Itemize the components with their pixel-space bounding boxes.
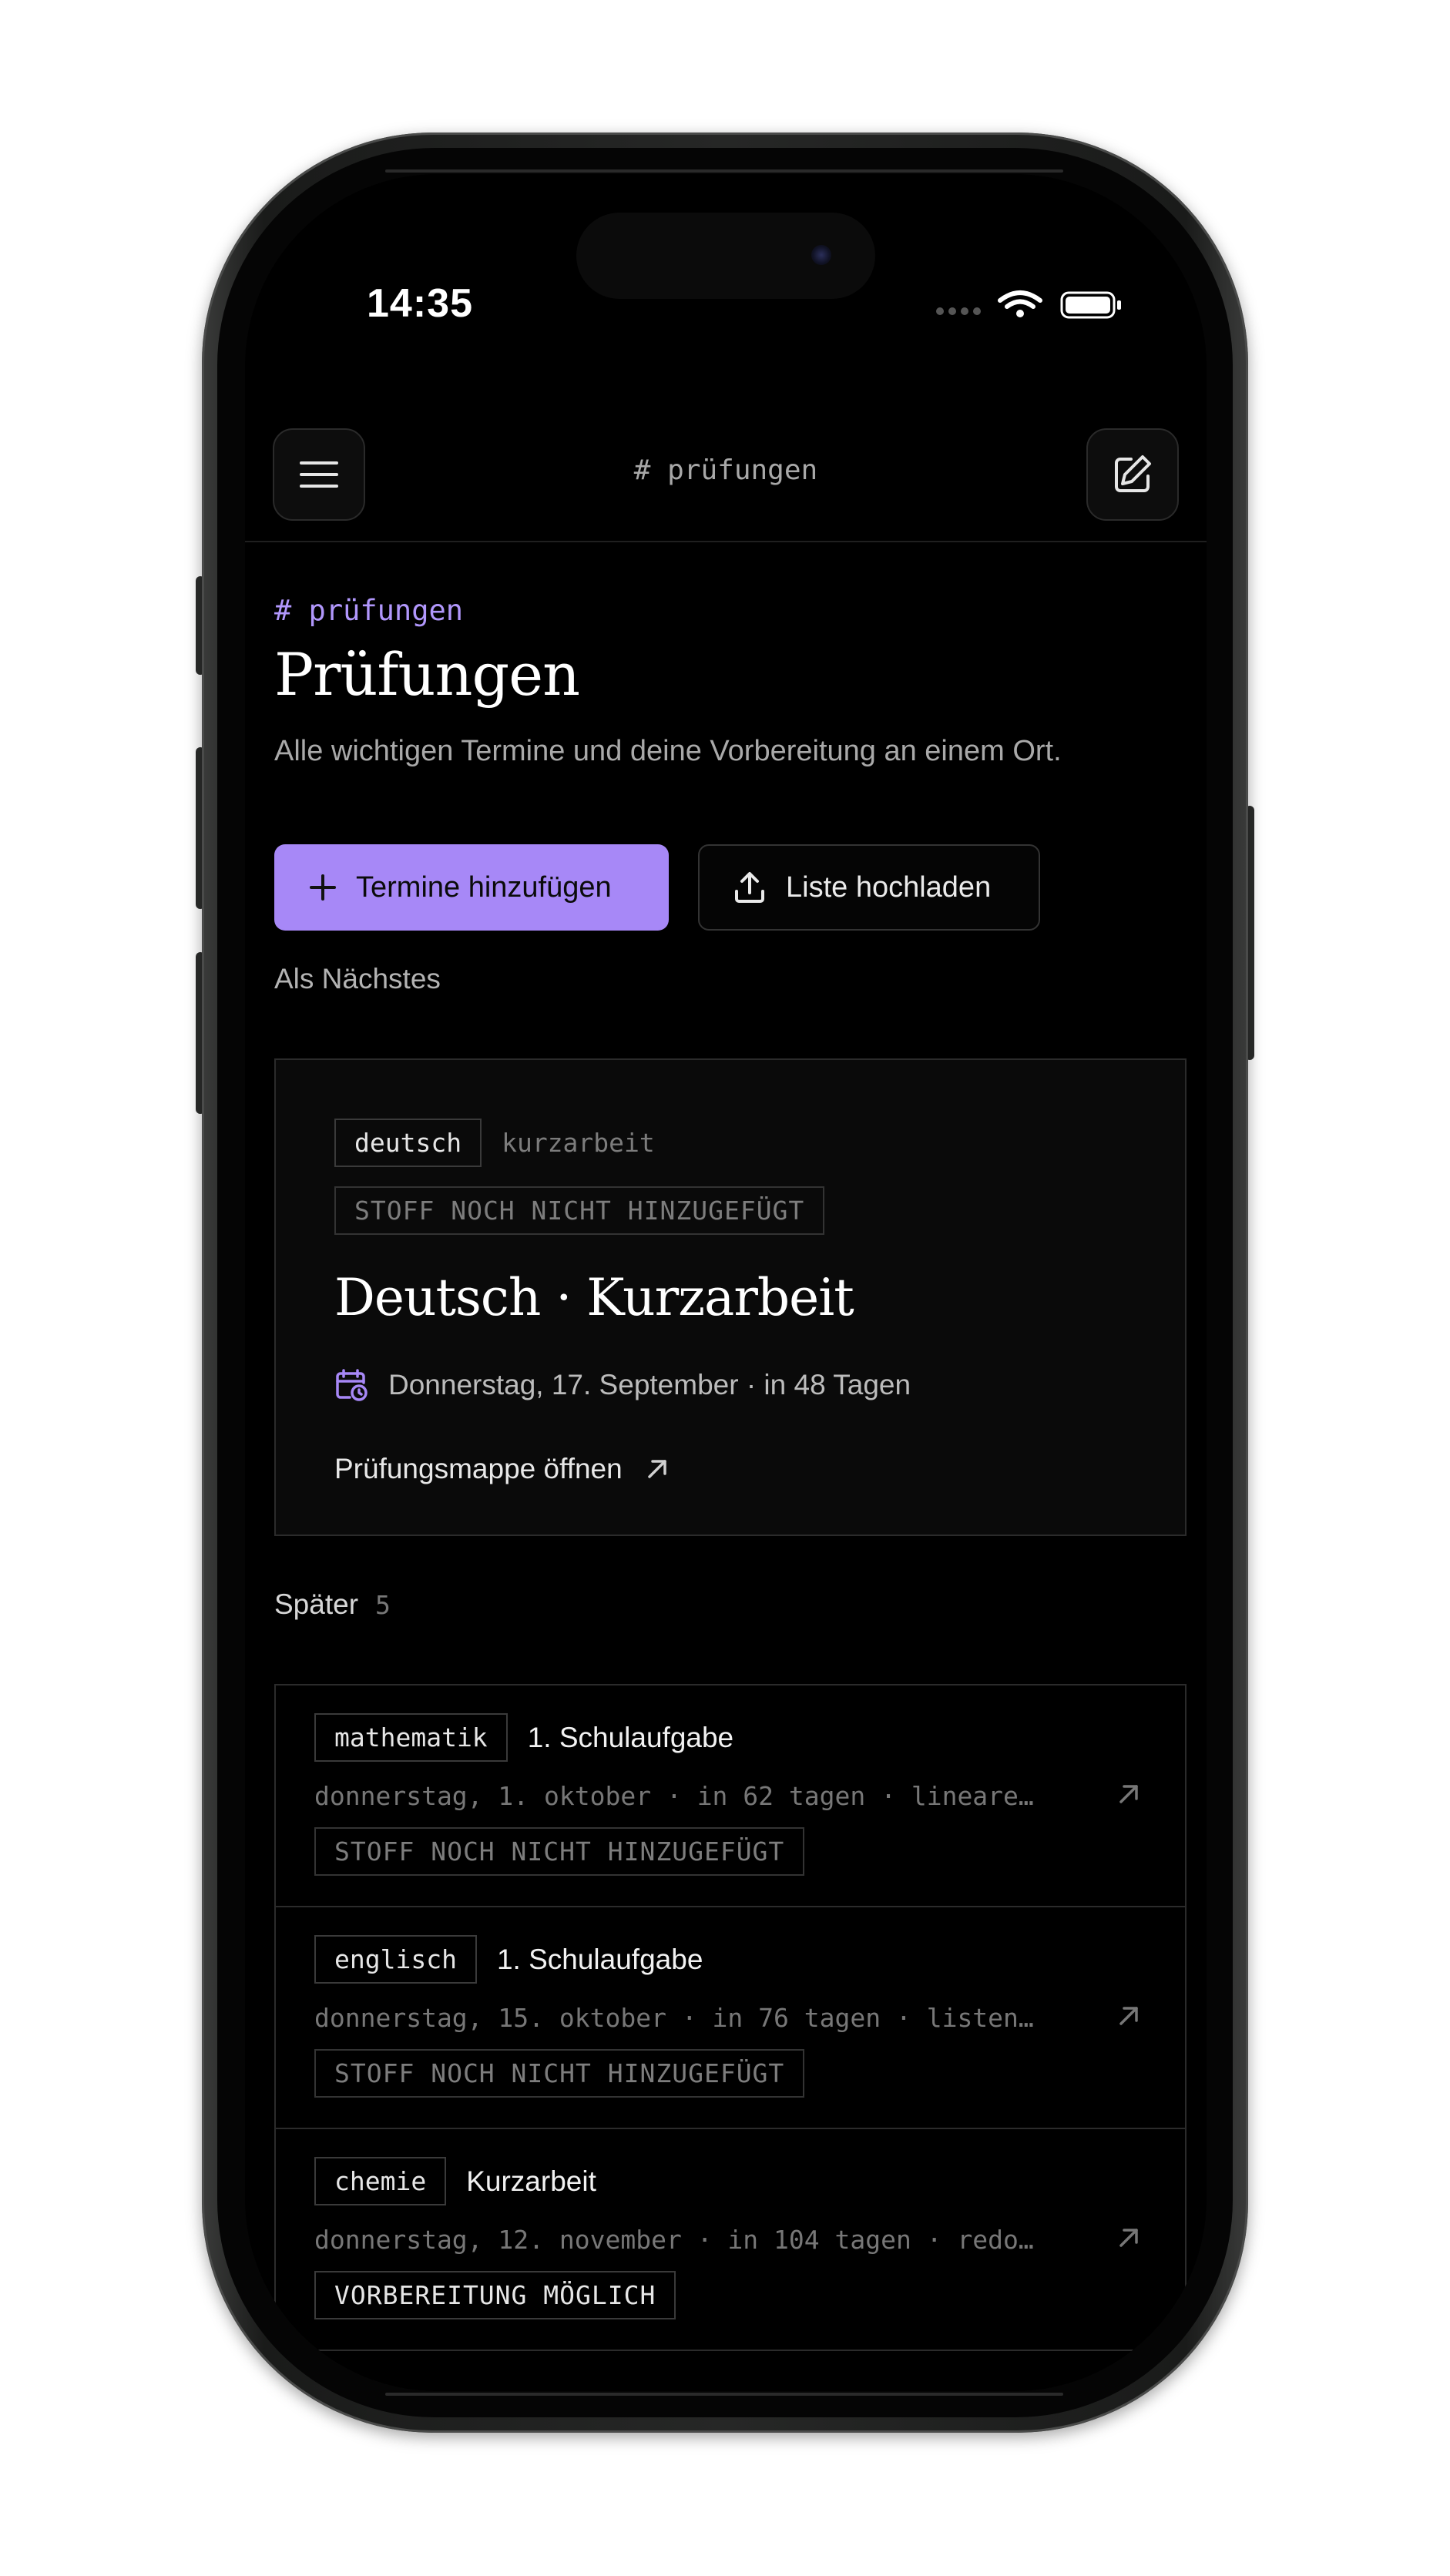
later-label: Später xyxy=(274,1588,359,1620)
status-badge: STOFF NOCH NICHT HINZUGEFÜGT xyxy=(334,1186,825,1235)
list-item[interactable]: mathematik 1. Schulaufgabe donnerstag, 1… xyxy=(276,1685,1185,1907)
wifi-icon xyxy=(998,290,1042,309)
exam-meta: donnerstag, 12. november · in 104 tagen … xyxy=(314,2225,1034,2255)
later-exam-list: mathematik 1. Schulaufgabe donnerstag, 1… xyxy=(274,1684,1187,2351)
camera xyxy=(811,245,831,265)
section-tag: # prüfungen xyxy=(274,594,464,627)
next-exam-card[interactable]: deutsch kurzarbeit STOFF NOCH NICHT HINZ… xyxy=(274,1058,1187,1536)
upload-icon xyxy=(735,872,764,903)
later-count: 5 xyxy=(375,1590,391,1620)
navigation-bar: # prüfungen xyxy=(245,404,1207,542)
calendar-clock-icon xyxy=(336,1369,368,1401)
arrow-up-right-icon xyxy=(1119,2229,1138,2247)
exam-meta: donnerstag, 15. oktober · in 76 tagen · … xyxy=(314,2003,1034,2033)
open-folder-label: Prüfungsmappe öffnen xyxy=(334,1453,623,1484)
nav-title: # prüfungen xyxy=(633,454,818,486)
exam-title: Deutsch · Kurzarbeit xyxy=(334,1268,854,1327)
status-time: 14:35 xyxy=(367,281,473,326)
exam-type: kurzarbeit xyxy=(502,1128,655,1158)
exam-title: Kurzarbeit xyxy=(466,2165,596,2197)
upload-list-label: Liste hochladen xyxy=(786,870,992,904)
page-title: Prüfungen xyxy=(274,640,580,709)
open-folder-link[interactable]: Prüfungsmappe öffnen xyxy=(334,1453,669,1485)
next-section-label: Als Nächstes xyxy=(274,963,441,995)
add-dates-button[interactable]: Termine hinzufügen xyxy=(274,844,669,931)
exam-date: Donnerstag, 17. September · in 48 Tagen xyxy=(388,1369,911,1400)
exam-meta: donnerstag, 1. oktober · in 62 tagen · l… xyxy=(314,1781,1034,1811)
list-item[interactable]: englisch 1. Schulaufgabe donnerstag, 15.… xyxy=(276,1907,1185,2129)
subject-chip: deutsch xyxy=(334,1119,482,1167)
status-icons xyxy=(935,290,1166,320)
compose-icon xyxy=(1115,455,1151,492)
subject-chip: englisch xyxy=(314,1935,477,1984)
list-item[interactable]: chemie Kurzarbeit donnerstag, 12. novemb… xyxy=(276,2129,1185,2351)
screen-edge xyxy=(385,169,1063,173)
page-description: Alle wichtigen Termine und deine Vorbere… xyxy=(274,735,1062,767)
exam-date-row: Donnerstag, 17. September · in 48 Tagen xyxy=(334,1368,911,1402)
signal-icon xyxy=(936,307,981,315)
compose-button[interactable] xyxy=(1086,428,1179,521)
add-dates-label: Termine hinzufügen xyxy=(356,870,612,904)
exam-title: 1. Schulaufgabe xyxy=(496,1943,703,1975)
app-screen: 14:35 # prüfungen # prüfungen Prüfungen … xyxy=(245,174,1207,2391)
wifi-dot xyxy=(1016,310,1024,317)
arrow-up-right-icon xyxy=(647,1460,666,1478)
subject-chip: chemie xyxy=(314,2157,447,2205)
arrow-up-right-icon xyxy=(1119,1785,1138,1803)
subject-chip: mathematik xyxy=(314,1713,508,1762)
battery-icon xyxy=(1060,291,1121,319)
dynamic-island xyxy=(576,213,875,299)
arrow-up-right-icon xyxy=(1119,2007,1138,2025)
status-badge: VORBEREITUNG MÖGLICH xyxy=(314,2271,676,2319)
status-badge: STOFF NOCH NICHT HINZUGEFÜGT xyxy=(314,2049,805,2098)
later-section-label: Später 5 xyxy=(274,1588,391,1621)
exam-title: 1. Schulaufgabe xyxy=(527,1721,734,1753)
status-badge: STOFF NOCH NICHT HINZUGEFÜGT xyxy=(314,1827,805,1876)
upload-list-button[interactable]: Liste hochladen xyxy=(698,844,1040,931)
screen-edge xyxy=(385,2393,1063,2396)
plus-icon xyxy=(310,874,336,901)
